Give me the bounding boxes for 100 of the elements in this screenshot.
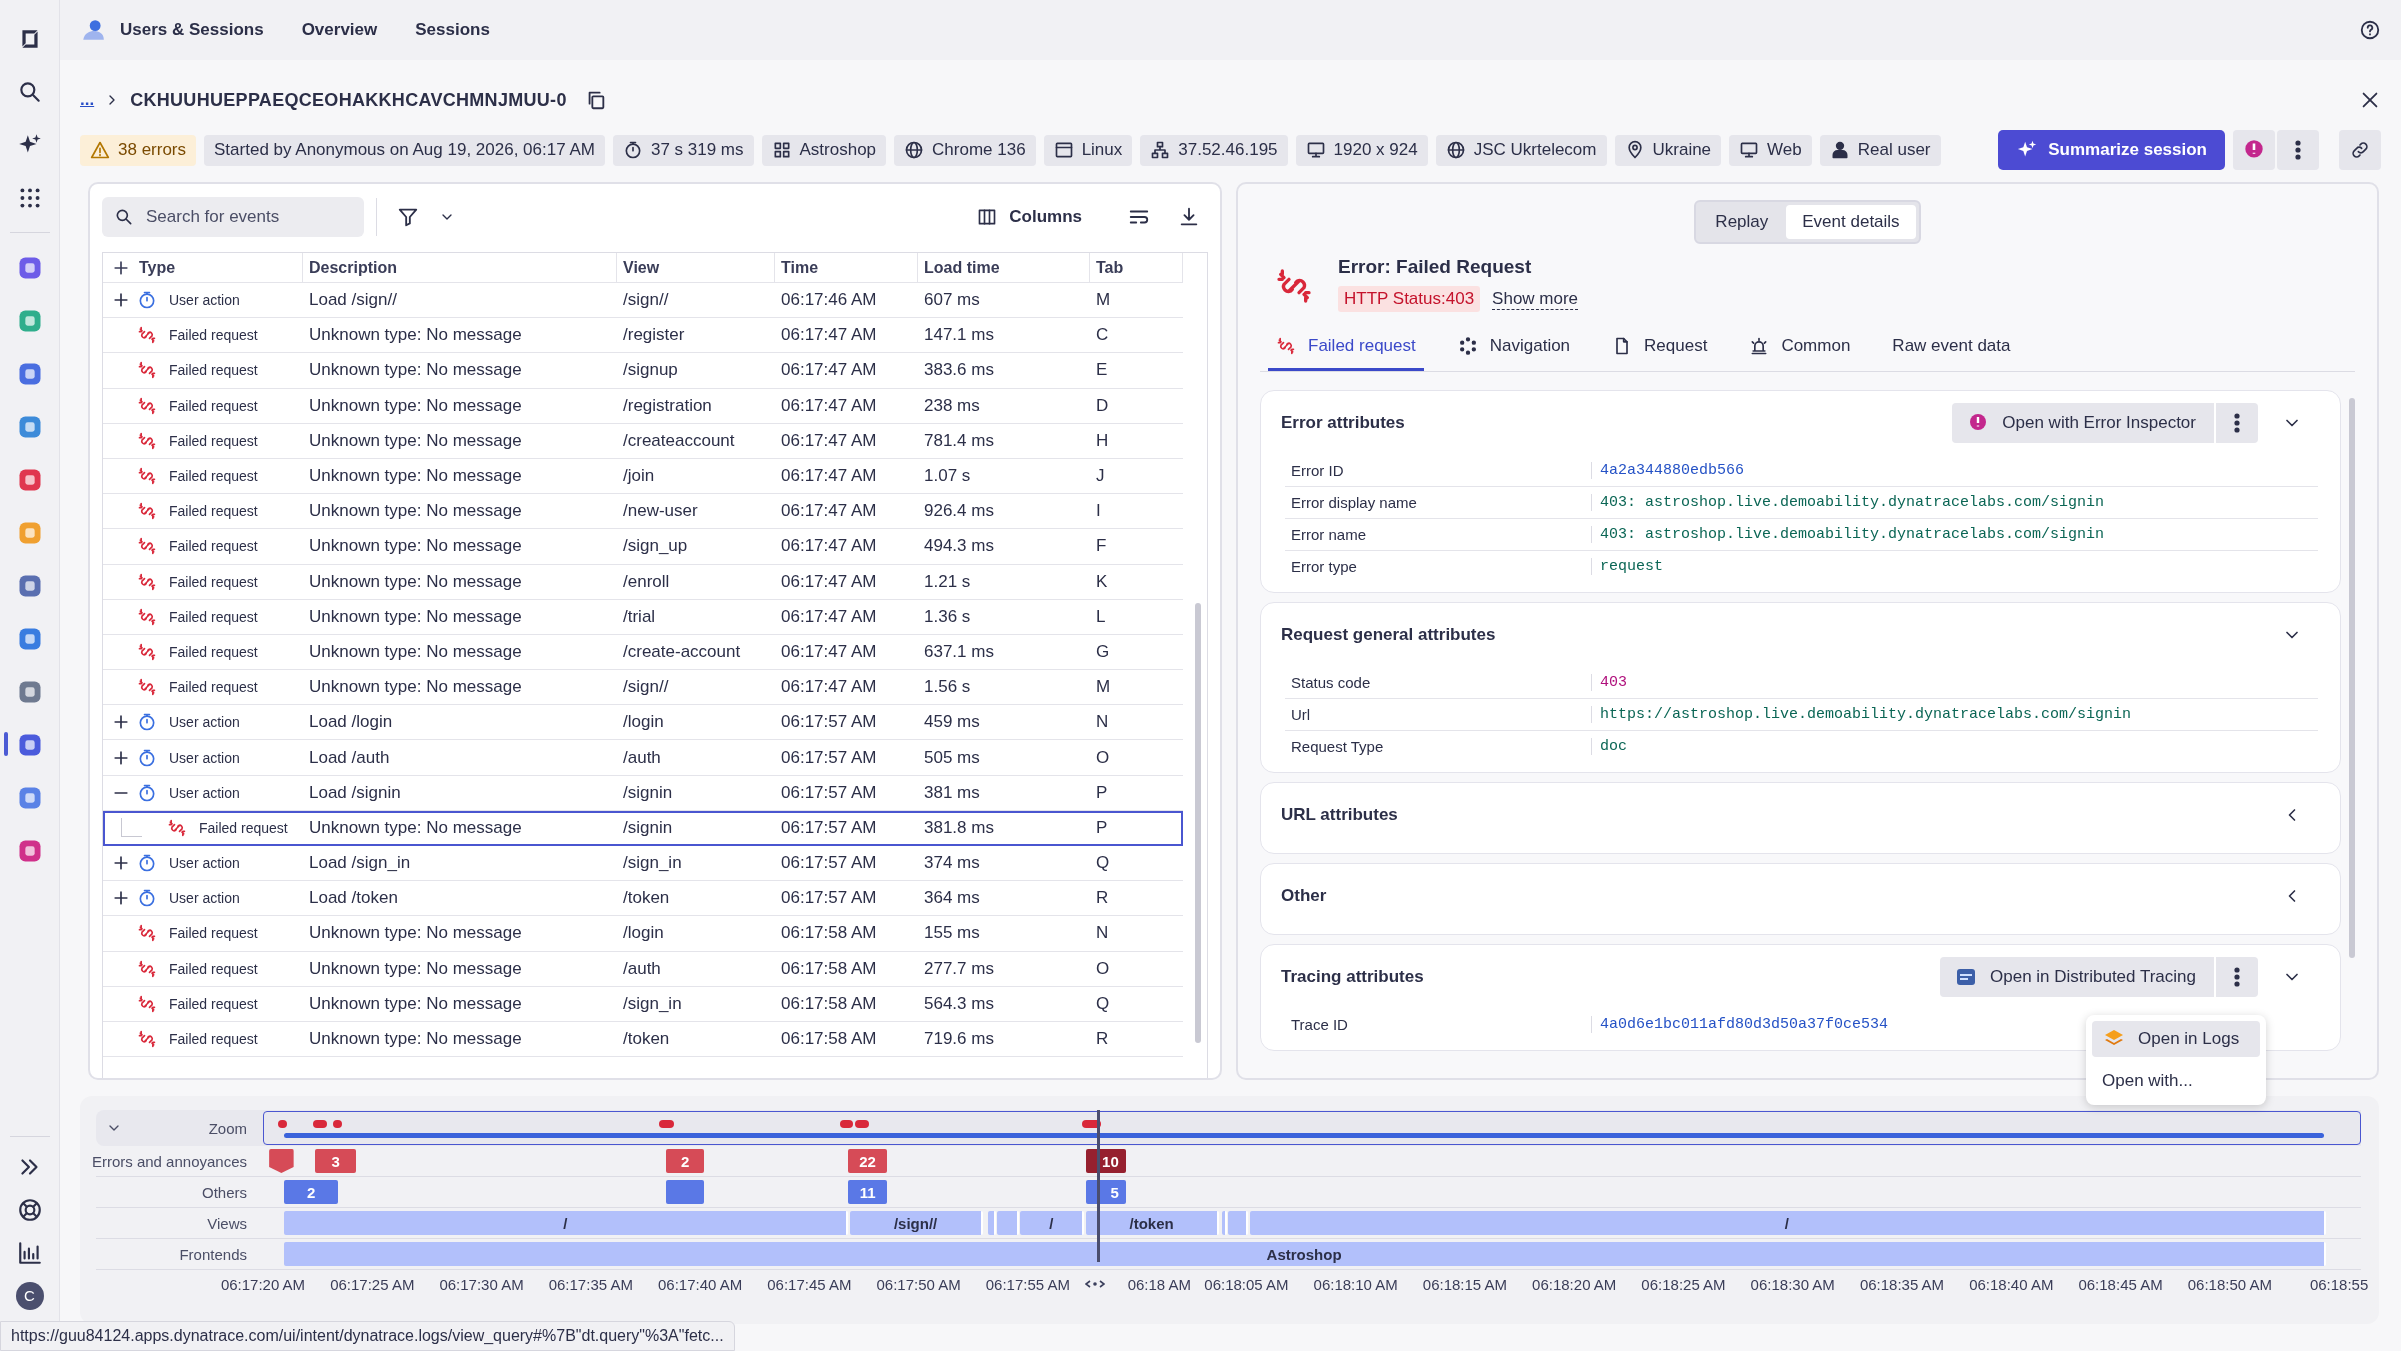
time-cursor[interactable] xyxy=(1096,1110,1100,1262)
toggle-option[interactable]: Replay xyxy=(1699,205,1785,239)
table-row[interactable]: User action Load /login /login 06:17:57 AM 459 ms N xyxy=(103,705,1183,741)
cursor-handle-icon[interactable] xyxy=(1084,1279,1105,1289)
detail-tab[interactable]: Request xyxy=(1604,326,1716,371)
more-button[interactable] xyxy=(2216,957,2258,997)
breadcrumb-link[interactable]: ... xyxy=(80,90,95,110)
error-inspector-button[interactable] xyxy=(2233,130,2275,170)
stopwatch-icon xyxy=(137,888,157,909)
section-title[interactable]: URL attributes xyxy=(1281,805,1398,825)
table-row[interactable]: Failed request Unknown type: No message /trial 06:17:47 AM 1.36 s L xyxy=(103,599,1183,635)
summarize-button[interactable]: Summarize session xyxy=(1998,130,2225,170)
table-row[interactable]: Failed request Unknown type: No message /new-user 06:17:47 AM 926.4 ms I xyxy=(103,494,1183,530)
table-cell-text: 238 ms xyxy=(923,395,981,416)
timeline-segment[interactable]: Astroshop xyxy=(284,1242,2326,1266)
table-row[interactable]: Failed request Unknown type: No message /login 06:17:58 AM 155 ms N xyxy=(103,916,1183,952)
table-row[interactable]: Failed request Unknown type: No message /sign// 06:17:47 AM 1.56 s M xyxy=(103,670,1183,706)
toggle-option[interactable]: Event details xyxy=(1786,205,1916,239)
section-title[interactable]: Other xyxy=(1281,886,1327,906)
menu-item[interactable]: Open with... xyxy=(2092,1063,2260,1099)
table-row[interactable]: Failed request Unknown type: No message /signin 06:17:57 AM 381.8 ms P xyxy=(103,810,1183,846)
table-cell-text: Unknown type: No message xyxy=(308,677,523,698)
chip-label: 38 errors xyxy=(118,140,187,160)
more-button[interactable] xyxy=(2277,130,2319,170)
table-row[interactable]: Failed request Unknown type: No message /enroll 06:17:47 AM 1.21 s K xyxy=(103,564,1183,600)
table-row[interactable]: Failed request Unknown type: No message /createaccount 06:17:47 AM 781.4 ms H xyxy=(103,423,1183,459)
event-marker[interactable] xyxy=(666,1180,705,1204)
lifebuoy-icon[interactable] xyxy=(16,1196,43,1223)
attribute-value: 4a0d6e1bc011afd80d3d50a37f0ce534 xyxy=(1599,1016,1889,1033)
share-link-button[interactable] xyxy=(2339,130,2381,170)
attribute-label: Url xyxy=(1285,706,1592,723)
help-icon[interactable] xyxy=(2359,19,2381,41)
table-row[interactable]: Failed request Unknown type: No message /signup 06:17:47 AM 383.6 ms E xyxy=(103,353,1183,389)
scrollbar[interactable] xyxy=(2349,398,2355,958)
section-title[interactable]: Tracing attributes xyxy=(1281,967,1424,987)
table-cell-text: 06:17:47 AM xyxy=(780,641,878,662)
table-cell-text: 459 ms xyxy=(923,712,981,733)
column-header[interactable]: Time xyxy=(781,258,819,277)
detail-tab[interactable]: Failed request xyxy=(1268,326,1424,371)
event-marker[interactable]: 2 xyxy=(666,1149,705,1173)
table-cell-text: 381 ms xyxy=(923,782,981,803)
monitor-icon xyxy=(1739,140,1760,160)
menu-item[interactable]: Open in Logs xyxy=(2092,1021,2260,1057)
column-header[interactable]: Description xyxy=(309,258,397,277)
search-field[interactable]: Search for events xyxy=(102,197,364,237)
table-row[interactable]: Failed request Unknown type: No message /sign_up 06:17:47 AM 494.3 ms F xyxy=(103,529,1183,565)
timeline-segment[interactable]: /token xyxy=(1085,1211,1220,1235)
show-more-link[interactable]: Show more xyxy=(1492,288,1579,310)
column-header[interactable]: View xyxy=(623,258,660,277)
table-row[interactable]: User action Load /sign_in /sign_in 06:17:57 AM 374 ms Q xyxy=(103,846,1183,882)
table-row[interactable]: Failed request Unknown type: No message /register 06:17:47 AM 147.1 ms C xyxy=(103,318,1183,354)
table-cell-text: M xyxy=(1095,290,1112,311)
more-button[interactable] xyxy=(2216,403,2258,443)
app-title[interactable]: Users & Sessions xyxy=(120,20,264,40)
column-header[interactable]: Tab xyxy=(1096,258,1124,277)
table-cell: User action xyxy=(169,855,240,872)
section-title[interactable]: Request general attributes xyxy=(1281,625,1496,645)
nav-tab[interactable]: Overview xyxy=(301,20,378,40)
table-row[interactable]: User action Load /token /token 06:17:57 AM 364 ms R xyxy=(103,881,1183,917)
event-marker[interactable]: 11 xyxy=(848,1180,887,1204)
nav-tab[interactable]: Sessions xyxy=(415,20,490,40)
scrollbar[interactable] xyxy=(1195,603,1201,1043)
table-row[interactable]: Failed request Unknown type: No message /token 06:17:58 AM 719.6 ms R xyxy=(103,1021,1183,1058)
timeline-segment[interactable]: / xyxy=(1249,1211,2326,1235)
event-marker[interactable]: 2 xyxy=(284,1180,339,1204)
table-row[interactable]: Failed request Unknown type: No message /create-account 06:17:47 AM 637.1 ms G xyxy=(103,634,1183,671)
table-cell-text: /createaccount xyxy=(622,430,736,451)
table-cell-text: Q xyxy=(1095,993,1111,1014)
columns-button[interactable]: Columns xyxy=(971,206,1088,228)
table-row[interactable]: Failed request Unknown type: No message /registration 06:17:47 AM 238 ms D xyxy=(103,388,1183,424)
table-row[interactable]: User action Load /signin /signin 06:17:57 AM 381 ms P xyxy=(103,775,1183,811)
chart-icon[interactable] xyxy=(16,1239,43,1266)
timeline-segment[interactable]: / xyxy=(284,1211,849,1235)
column-header[interactable]: Load time xyxy=(924,258,1000,277)
detail-tab[interactable]: Common xyxy=(1741,326,1859,371)
event-marker[interactable]: 10 xyxy=(1085,1149,1126,1173)
user-avatar[interactable]: C xyxy=(15,1281,44,1310)
open-button[interactable]: Open in Distributed Tracing xyxy=(1940,957,2214,997)
open-button[interactable]: Open with Error Inspector xyxy=(1952,403,2214,443)
table-row[interactable]: Failed request Unknown type: No message /sign_in 06:17:58 AM 564.3 ms Q xyxy=(103,986,1183,1022)
event-marker[interactable]: 3 xyxy=(315,1149,357,1173)
timeline-segment[interactable]: / xyxy=(1020,1211,1085,1235)
table-cell-text: 155 ms xyxy=(923,923,981,944)
timeline-segment[interactable]: /sign// xyxy=(849,1211,984,1235)
detail-tab[interactable]: Navigation xyxy=(1449,326,1579,371)
filter-icon[interactable] xyxy=(397,206,419,228)
table-cell-text: 1.21 s xyxy=(923,571,972,592)
event-marker[interactable]: 5 xyxy=(1085,1180,1126,1204)
event-marker[interactable]: 22 xyxy=(848,1149,887,1173)
table-row[interactable]: User action Load /auth /auth 06:17:57 AM 505 ms O xyxy=(103,740,1183,776)
download-icon[interactable] xyxy=(1178,206,1200,228)
event-marker[interactable] xyxy=(269,1149,294,1173)
detail-tab[interactable]: Raw event data xyxy=(1884,326,2019,371)
section-title[interactable]: Error attributes xyxy=(1281,413,1405,433)
table-row[interactable]: Failed request Unknown type: No message /join 06:17:47 AM 1.07 s J xyxy=(103,458,1183,495)
table-row[interactable]: Failed request Unknown type: No message /auth 06:17:58 AM 277.7 ms O xyxy=(103,951,1183,987)
table-row[interactable]: User action Load /sign// /sign// 06:17:46 AM 607 ms M xyxy=(103,283,1183,319)
column-header[interactable]: Type xyxy=(139,258,176,277)
broken-link-icon xyxy=(137,571,157,592)
table-cell-text: E xyxy=(1095,360,1109,381)
